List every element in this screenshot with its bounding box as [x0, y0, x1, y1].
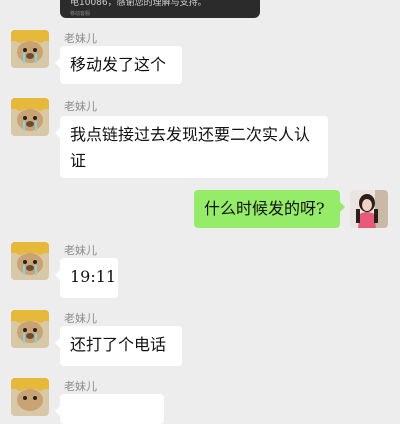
girl-avatar-icon	[350, 190, 388, 228]
message-bubble[interactable]: 什么时候发的呀?	[194, 190, 345, 228]
bear-avatar-icon	[11, 378, 49, 416]
bear-avatar-icon	[11, 30, 49, 68]
message-bubble[interactable]: 还打了个电话	[55, 326, 182, 366]
sender-name: 老妹儿	[64, 100, 97, 113]
message-bubble[interactable]: 我点链接过去发现还要二次实人认证	[55, 116, 328, 178]
avatar[interactable]	[11, 378, 49, 416]
sms-card-text: 电10086，感谢您的理解与支持。	[70, 0, 207, 8]
sender-name: 老妹儿	[64, 244, 97, 257]
forwarded-sms-card[interactable]: 电10086，感谢您的理解与支持。 移动客服	[60, 0, 260, 18]
sender-name: 老妹儿	[64, 380, 97, 393]
bear-avatar-icon	[11, 98, 49, 136]
message-bubble[interactable]: 19:11	[55, 258, 118, 298]
message-bubble[interactable]	[55, 394, 164, 424]
sms-card-subtext: 移动客服	[70, 11, 91, 17]
avatar[interactable]	[350, 190, 388, 228]
message-bubble[interactable]: 移动发了这个	[55, 46, 182, 84]
avatar[interactable]	[11, 242, 49, 280]
sender-name: 老妹儿	[64, 312, 97, 325]
avatar[interactable]	[11, 98, 49, 136]
avatar[interactable]	[11, 310, 49, 348]
bear-avatar-icon	[11, 242, 49, 280]
avatar[interactable]	[11, 30, 49, 68]
sender-name: 老妹儿	[64, 32, 97, 45]
bear-avatar-icon	[11, 310, 49, 348]
